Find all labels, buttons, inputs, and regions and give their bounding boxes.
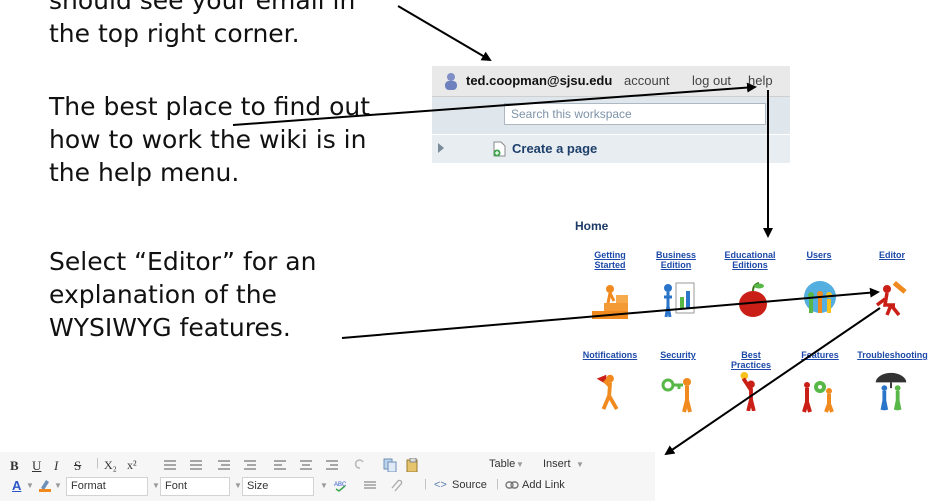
arrow-to-editor [341,287,880,339]
arrow-to-help [232,82,757,126]
arrow-to-email [397,5,492,62]
arrow-editor-to-toolbar [664,307,881,456]
annotation-arrows [232,5,881,456]
